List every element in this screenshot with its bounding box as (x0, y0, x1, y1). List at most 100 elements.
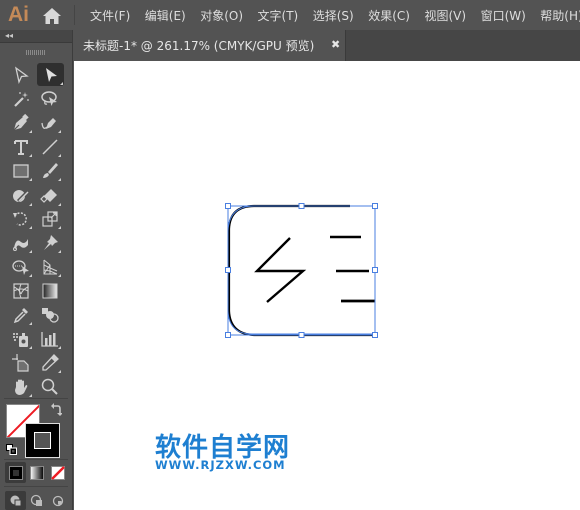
default-fill-stroke-icon[interactable] (6, 444, 17, 455)
pen-tool[interactable] (9, 112, 33, 134)
draw-normal-button[interactable] (5, 491, 26, 510)
menu-view[interactable]: 视图(V) (424, 7, 466, 24)
direct-selection-tool[interactable] (9, 64, 33, 86)
none-swatch-icon (50, 465, 65, 480)
menu-window[interactable]: 窗口(W) (481, 7, 526, 24)
menu-edit[interactable]: 编辑(E) (145, 7, 186, 24)
menu-object[interactable]: 对象(O) (200, 7, 243, 24)
warp-tool[interactable] (9, 232, 33, 254)
blend-tool[interactable] (38, 304, 62, 326)
puppet-warp-tool[interactable] (38, 232, 62, 254)
panel-grip-handle[interactable] (26, 50, 45, 55)
tools-panel: ◂◂ (0, 30, 73, 510)
draw-behind-icon (30, 494, 42, 506)
slice-icon (42, 354, 59, 371)
menu-type[interactable]: 文字(T) (258, 7, 299, 24)
zoom-tool[interactable] (38, 376, 62, 398)
gradient-mode-button[interactable] (26, 462, 47, 483)
shape-builder-tool[interactable] (9, 256, 33, 278)
lasso-icon (41, 91, 57, 106)
color-mode-button[interactable] (5, 462, 26, 483)
app-logo: Ai (8, 3, 29, 26)
column-graph-tool[interactable] (38, 328, 62, 350)
resize-handle-top-left[interactable] (225, 203, 231, 209)
curvature-pen-icon (41, 118, 56, 129)
eyedropper-tool[interactable] (9, 304, 33, 326)
mesh-tool[interactable] (9, 280, 33, 302)
color-icon (8, 465, 23, 480)
warp-icon (13, 239, 28, 251)
artboard-tool[interactable] (9, 352, 33, 374)
resize-handle-top-right[interactable] (372, 203, 378, 209)
magic-wand-icon (14, 92, 29, 107)
slice-tool[interactable] (38, 352, 62, 374)
pin-icon (44, 235, 58, 250)
menu-select[interactable]: 选择(S) (313, 7, 354, 24)
brush-icon (43, 163, 58, 178)
solid-arrow-icon (45, 67, 57, 82)
stroke-swatch-inner (34, 432, 51, 449)
line-icon (42, 139, 58, 155)
hand-icon (15, 379, 28, 395)
resize-handle-left[interactable] (225, 267, 231, 273)
line-segment-tool[interactable] (38, 136, 62, 158)
draw-normal-icon (10, 495, 21, 506)
artwork-lightning-path[interactable] (254, 237, 307, 303)
magic-wand-tool[interactable] (9, 88, 33, 110)
swap-fill-stroke-icon[interactable] (50, 403, 62, 417)
panel-divider (4, 459, 68, 460)
resize-handle-bottom-left[interactable] (225, 332, 231, 338)
tool-group-indicator (60, 82, 63, 85)
shaper-tool[interactable] (9, 185, 33, 207)
menu-help[interactable]: 帮助(H) (540, 7, 580, 24)
symbol-sprayer-icon (13, 333, 28, 347)
artboard-canvas[interactable]: 软件自学网 WWW.RJZXW.COM (74, 61, 580, 510)
eraser-tool[interactable] (38, 185, 62, 207)
stroke-swatch[interactable] (25, 423, 60, 458)
type-icon (14, 140, 28, 155)
menu-file[interactable]: 文件(F) (90, 7, 130, 24)
resize-handle-top[interactable] (298, 203, 305, 209)
type-tool[interactable] (9, 136, 33, 158)
panel-header: ◂◂ (0, 30, 72, 43)
draw-behind-button[interactable] (26, 491, 47, 510)
hollow-arrow-icon (15, 66, 29, 85)
symbol-sprayer-tool[interactable] (9, 328, 33, 350)
shaper-icon (13, 189, 30, 203)
close-tab-icon[interactable]: ✖ (331, 38, 340, 51)
paintbrush-tool[interactable] (38, 160, 62, 182)
menu-bar: Ai 文件(F) 编辑(E) 对象(O) 文字(T) 选择(S) 效果(C) 视… (0, 0, 580, 30)
menu-effect[interactable]: 效果(C) (368, 7, 410, 24)
curvature-tool[interactable] (38, 112, 62, 134)
lasso-tool[interactable] (38, 88, 62, 110)
watermark-url: WWW.RJZXW.COM (155, 458, 286, 472)
rectangle-tool[interactable] (9, 160, 33, 182)
rotate-icon (13, 212, 27, 226)
hand-tool[interactable] (9, 376, 33, 398)
none-mode-button[interactable] (47, 462, 68, 483)
draw-inside-button[interactable] (47, 491, 68, 510)
scale-tool[interactable] (38, 208, 62, 230)
artwork (225, 203, 378, 338)
resize-handle-right[interactable] (372, 267, 378, 273)
eyedropper-icon (13, 308, 28, 324)
pen-icon (13, 113, 29, 131)
gradient-tool[interactable] (38, 280, 62, 302)
document-tab-title: 未标题-1* @ 261.17% (CMYK/GPU 预览) (83, 39, 315, 53)
draw-inside-icon (52, 495, 63, 506)
menu-items: 文件(F) 编辑(E) 对象(O) 文字(T) 选择(S) 效果(C) 视图(V… (90, 0, 580, 30)
collapse-panel-icon[interactable]: ◂◂ (5, 31, 13, 41)
resize-handle-bottom-right[interactable] (372, 332, 378, 338)
bar-graph-icon (41, 332, 58, 347)
artboard-icon (12, 354, 29, 372)
menu-separator (74, 5, 75, 25)
document-tab[interactable]: 未标题-1* @ 261.17% (CMYK/GPU 预览) ✖ (74, 30, 346, 61)
resize-handle-bottom[interactable] (298, 332, 305, 338)
perspective-grid-tool[interactable] (38, 256, 62, 278)
gradient-icon (42, 283, 58, 299)
home-icon[interactable] (42, 7, 62, 25)
magnifier-icon (41, 378, 58, 395)
document-tab-bar: 未标题-1* @ 261.17% (CMYK/GPU 预览) ✖ (74, 30, 580, 61)
selection-tool[interactable] (37, 63, 64, 86)
rotate-tool[interactable] (9, 208, 33, 230)
